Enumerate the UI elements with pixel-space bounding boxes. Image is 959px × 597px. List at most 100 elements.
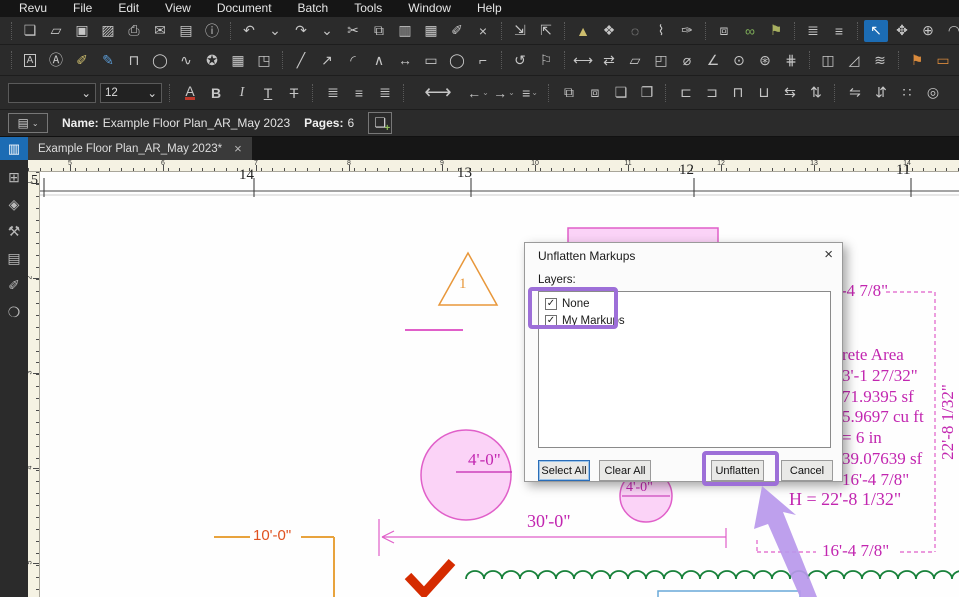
select-tool-button[interactable]: ↖ (864, 20, 888, 42)
align-right-button[interactable]: ≣ (373, 82, 397, 104)
ungroup-button[interactable]: ❐ (635, 82, 659, 104)
image-tool-button[interactable]: ▦ (226, 49, 250, 71)
angle-measure-button[interactable]: ∠ (701, 49, 725, 71)
bring-to-front-button[interactable]: ⧉ (557, 82, 581, 104)
cancel-button[interactable]: Cancel (781, 460, 833, 481)
line-tool-button[interactable]: ╱ (289, 49, 313, 71)
slope-measure-button[interactable]: ◿ (842, 49, 866, 71)
notebook-button[interactable]: ▤ (174, 20, 198, 42)
diameter-measure-button[interactable]: ⌀ (675, 49, 699, 71)
align-left-button[interactable]: ≣ (321, 82, 345, 104)
zoom-in-tool-button[interactable]: ⊕ (916, 20, 940, 42)
restore-measure-button[interactable]: ↺ (508, 49, 532, 71)
crop-tool-button[interactable]: ◳ (252, 49, 276, 71)
save-button[interactable]: ▣ (70, 20, 94, 42)
cut-button[interactable]: ✂ (341, 20, 365, 42)
sketch-flag-button[interactable]: ⚑ (905, 49, 929, 71)
bold-button[interactable]: B (204, 82, 228, 104)
redo-options-button[interactable]: ⌄ (315, 20, 339, 42)
area-measure-button[interactable]: ▱ (623, 49, 647, 71)
pan-tool-button[interactable]: ✥ (890, 20, 914, 42)
cutout-measure-button[interactable]: ◰ (649, 49, 673, 71)
email-button[interactable]: ✉ (148, 20, 172, 42)
hyperlink-button[interactable]: ∞ (738, 20, 762, 42)
print-button[interactable]: ⎙ (122, 20, 146, 42)
dimension-tool-button[interactable]: ↔ (393, 49, 417, 71)
erase-content-button[interactable]: ❖ (597, 20, 621, 42)
text-tool-button[interactable]: A (18, 49, 42, 71)
length-measure-button[interactable]: ⟷ (571, 49, 595, 71)
callout-tool-button[interactable]: ⊓ (122, 49, 146, 71)
sidebar-search-icon[interactable]: ❍ (4, 303, 24, 321)
wall-area-measure-button[interactable]: ◫ (816, 49, 840, 71)
redo-button[interactable]: ↷ (289, 20, 313, 42)
align-bottom-edges-button[interactable]: ⊔ (752, 82, 776, 104)
sidebar-markups-list-icon[interactable]: ▤ (4, 249, 24, 267)
multi-measure-button[interactable]: ≋ (868, 49, 892, 71)
stamp-tool-button[interactable]: ✪ (200, 49, 224, 71)
lasso-tool-button[interactable]: ◠ (942, 20, 959, 42)
menu-file[interactable]: File (60, 0, 105, 17)
clear-all-button[interactable]: Clear All (599, 460, 651, 481)
arrow-start-style-button[interactable]: ←⌄ (466, 82, 490, 104)
insert-pages-button[interactable]: ❏ + (368, 112, 392, 134)
sidebar-layers-icon[interactable]: ◈ (4, 195, 24, 213)
polycloud-tool-button[interactable]: ∿ (174, 49, 198, 71)
highlight-tool-button[interactable]: ✐ (70, 49, 94, 71)
send-to-back-button[interactable]: ⧈ (583, 82, 607, 104)
arrow-end-style-button[interactable]: →⌄ (492, 82, 516, 104)
underline-button[interactable]: T (256, 82, 280, 104)
overlay-pages-button[interactable]: ≡ (827, 20, 851, 42)
close-icon[interactable]: × (824, 246, 833, 263)
menu-edit[interactable]: Edit (105, 0, 152, 17)
menu-tools[interactable]: Tools (341, 0, 395, 17)
sidebar-tool-chest-icon[interactable]: ⚒ (4, 222, 24, 240)
polylength-measure-button[interactable]: ⇄ (597, 49, 621, 71)
open-file-button[interactable]: ▱ (44, 20, 68, 42)
attach-file-button[interactable]: ⌇ (649, 20, 673, 42)
align-right-edges-button[interactable]: ⊐ (700, 82, 724, 104)
paste-button[interactable]: ▥ (393, 20, 417, 42)
volume-measure-button[interactable]: ⊛ (753, 49, 777, 71)
flip-vertical-button[interactable]: ⇵ (869, 82, 893, 104)
menu-window[interactable]: Window (395, 0, 464, 17)
paste-in-place-button[interactable]: ▦ (419, 20, 443, 42)
save-as-button[interactable]: ▨ (96, 20, 120, 42)
arrow-tool-button[interactable]: ↗ (315, 49, 339, 71)
ellipse-tool-button[interactable]: ◯ (445, 49, 469, 71)
flatten-button[interactable]: ▲ (571, 20, 595, 42)
center-radius-measure-button[interactable]: ⊙ (727, 49, 751, 71)
strikethrough-button[interactable]: T (282, 82, 306, 104)
snapshot-button[interactable]: ⧈ (712, 20, 736, 42)
place-flag-button[interactable]: ⚑ (764, 20, 788, 42)
cloud-tool-button[interactable]: ◯ (148, 49, 172, 71)
polyline-tool-button[interactable]: ∧ (367, 49, 391, 71)
info-button[interactable]: ⓘ (200, 20, 224, 42)
export-markups-button[interactable]: ⇱ (534, 20, 558, 42)
cut-content-button[interactable]: ◌ (623, 20, 647, 42)
line-shape-button[interactable]: ⟷ (412, 82, 464, 104)
copy-button[interactable]: ⧉ (367, 20, 391, 42)
delete-button[interactable]: × (471, 20, 495, 42)
line-style-button[interactable]: ≡⌄ (518, 82, 542, 104)
menu-batch[interactable]: Batch (285, 0, 342, 17)
format-painter-button[interactable]: ✐ (445, 20, 469, 42)
font-family-select[interactable]: ⌄ (8, 83, 96, 103)
menu-view[interactable]: View (152, 0, 204, 17)
count-measure-button[interactable]: ⋕ (779, 49, 803, 71)
flip-horizontal-button[interactable]: ⇋ (843, 82, 867, 104)
distribute-vertical-button[interactable]: ⇅ (804, 82, 828, 104)
file-access-panel-button[interactable]: ▥ (0, 137, 28, 160)
compare-documents-button[interactable]: ≣ (801, 20, 825, 42)
align-top-edges-button[interactable]: ⊓ (726, 82, 750, 104)
pen-tool-button[interactable]: ✎ (96, 49, 120, 71)
menu-revu[interactable]: Revu (6, 0, 60, 17)
distribute-horizontal-button[interactable]: ⇆ (778, 82, 802, 104)
close-icon[interactable]: × (234, 142, 242, 155)
import-markups-button[interactable]: ⇲ (508, 20, 532, 42)
typewriter-tool-button[interactable]: Ⓐ (44, 49, 68, 71)
align-left-edges-button[interactable]: ⊏ (674, 82, 698, 104)
menu-document[interactable]: Document (204, 0, 285, 17)
calibrate-button[interactable]: ⚐ (534, 49, 558, 71)
document-tab[interactable]: Example Floor Plan_AR_May 2023* × (28, 137, 252, 160)
